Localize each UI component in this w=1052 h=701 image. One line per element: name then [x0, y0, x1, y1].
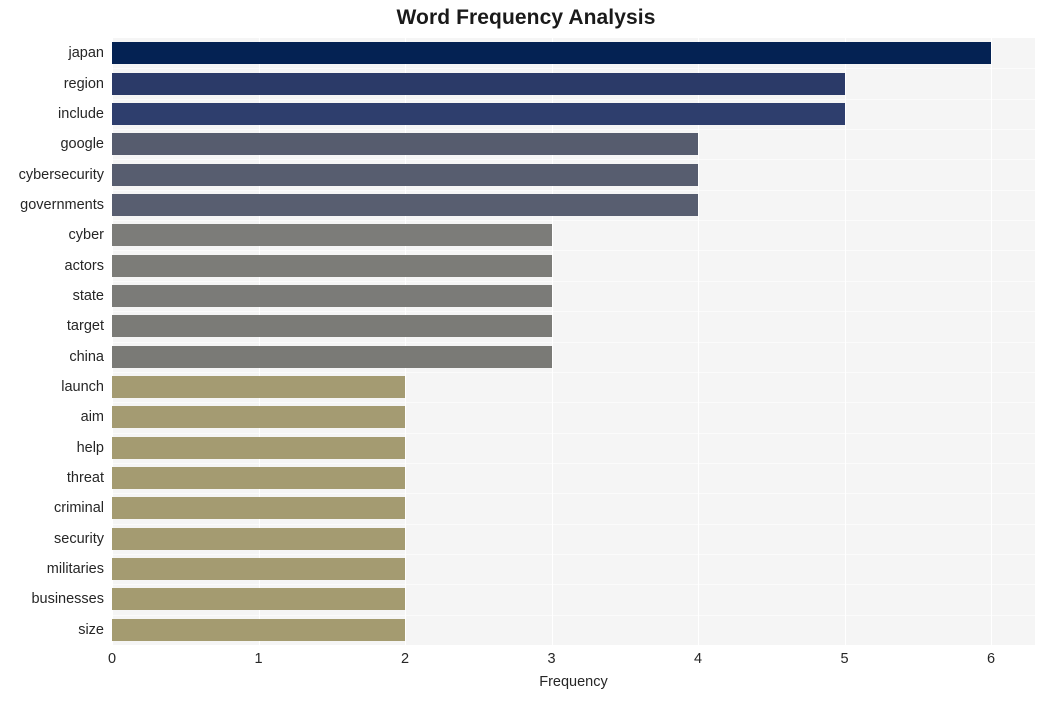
bar [112, 284, 552, 307]
y-tick-label: japan [68, 45, 104, 62]
bar [112, 224, 552, 247]
bar [112, 102, 845, 125]
y-tick-label: state [72, 287, 104, 304]
x-axis-tick-labels: 0 1 2 3 4 5 6 [108, 645, 1035, 675]
x-axis-title: Frequency [539, 674, 608, 690]
y-tick-label: cyber [68, 227, 104, 244]
x-tick-label: 2 [400, 651, 410, 667]
bar [112, 558, 406, 581]
y-tick-label: security [54, 530, 104, 547]
bar [112, 133, 699, 156]
y-tick-label: include [58, 105, 104, 122]
y-tick-label: target [66, 318, 104, 335]
bar [112, 163, 699, 186]
chart-figure: Word Frequency Analysis japan region inclu… [0, 0, 1052, 701]
x-tick-label: 3 [547, 651, 556, 667]
bar [112, 254, 552, 277]
y-tick-label: threat [66, 470, 104, 487]
y-tick-label: size [78, 621, 104, 638]
bar [112, 527, 406, 550]
y-axis-tick-labels: japan region include google cybersecurity gov… [0, 38, 104, 645]
y-tick-label: google [60, 136, 104, 153]
x-tick-label: 0 [107, 651, 117, 667]
y-tick-label: criminal [54, 500, 104, 517]
x-tick-label: 6 [987, 651, 996, 667]
y-tick-label: governments [20, 196, 104, 213]
y-tick-label: help [76, 439, 104, 456]
bar [112, 72, 845, 95]
bar [112, 315, 552, 338]
bar [112, 467, 406, 490]
y-tick-label: cybersecurity [18, 166, 104, 183]
bar [112, 436, 406, 459]
bar [112, 42, 992, 65]
bar [112, 376, 406, 399]
plot-area [112, 38, 1035, 645]
y-tick-label: launch [61, 379, 104, 396]
bar [112, 345, 552, 368]
x-tick-label: 4 [693, 651, 703, 667]
bar [112, 193, 699, 216]
bar [112, 497, 406, 520]
bars-layer [112, 38, 1035, 645]
x-tick-label: 1 [254, 651, 263, 667]
bar [112, 588, 406, 611]
y-tick-label: businesses [31, 591, 104, 608]
x-tick-label: 5 [840, 651, 849, 667]
y-tick-label: china [69, 348, 104, 365]
bar [112, 618, 406, 641]
y-tick-label: actors [64, 257, 105, 274]
y-tick-label: region [63, 75, 104, 92]
bar [112, 406, 406, 429]
y-tick-label: aim [80, 409, 104, 426]
chart-title: Word Frequency Analysis [396, 6, 656, 29]
y-tick-label: militaries [46, 561, 104, 578]
